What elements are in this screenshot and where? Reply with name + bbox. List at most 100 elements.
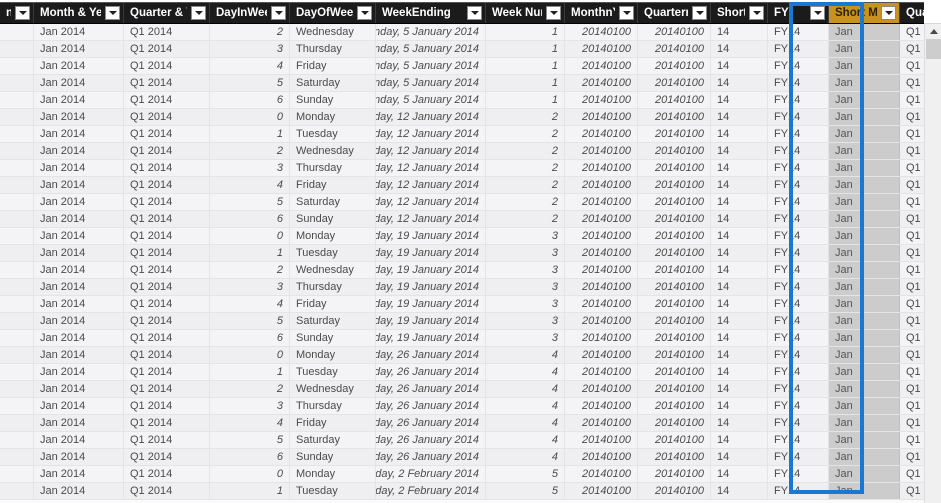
- cell-short_year[interactable]: 14: [711, 313, 768, 329]
- table-row[interactable]: Jan 2014Q1 20143ThursdaySunday, 19 Janua…: [0, 279, 924, 296]
- cell-month_year[interactable]: Jan 2014: [34, 296, 124, 312]
- cell-week_ending[interactable]: Sunday, 12 January 2014: [376, 143, 486, 159]
- cell-day_in_week[interactable]: 6: [210, 449, 290, 465]
- table-row[interactable]: Jan 2014Q1 20146SundaySunday, 26 January…: [0, 449, 924, 466]
- cell-partial[interactable]: [0, 432, 34, 448]
- cell-day_of_week[interactable]: Friday: [290, 415, 376, 431]
- table-row[interactable]: Jan 2014Q1 20144FridaySunday, 26 January…: [0, 415, 924, 432]
- cell-quarter_year[interactable]: Q1 2014: [124, 194, 210, 210]
- cell-partial[interactable]: [0, 24, 34, 40]
- cell-month_year[interactable]: Jan 2014: [34, 432, 124, 448]
- cell-short_year[interactable]: 14: [711, 483, 768, 499]
- cell-month_year[interactable]: Jan 2014: [34, 126, 124, 142]
- cell-quarter[interactable]: Q1: [900, 143, 924, 159]
- cell-day_in_week[interactable]: 2: [210, 24, 290, 40]
- cell-week_ending[interactable]: Sunday, 19 January 2014: [376, 228, 486, 244]
- cell-short_year[interactable]: 14: [711, 279, 768, 295]
- filter-dropdown-button-quartern_year[interactable]: [692, 6, 707, 20]
- cell-short_year[interactable]: 14: [711, 58, 768, 74]
- column-header-partial[interactable]: ne: [0, 3, 34, 23]
- cell-week_ending[interactable]: Sunday, 19 January 2014: [376, 279, 486, 295]
- cell-short_year[interactable]: 14: [711, 415, 768, 431]
- cell-quartern_year[interactable]: 20140100: [638, 330, 711, 346]
- cell-week_number[interactable]: 3: [486, 228, 565, 244]
- cell-day_of_week[interactable]: Sunday: [290, 211, 376, 227]
- cell-day_in_week[interactable]: 0: [210, 466, 290, 482]
- cell-monthn_year[interactable]: 20140100: [565, 483, 638, 499]
- cell-day_of_week[interactable]: Saturday: [290, 313, 376, 329]
- cell-partial[interactable]: [0, 75, 34, 91]
- table-row[interactable]: Jan 2014Q1 20145SaturdaySunday, 19 Janua…: [0, 313, 924, 330]
- cell-fy[interactable]: FY14: [768, 24, 829, 40]
- cell-week_number[interactable]: 4: [486, 364, 565, 380]
- cell-short_month[interactable]: Jan: [829, 296, 900, 312]
- cell-monthn_year[interactable]: 20140100: [565, 313, 638, 329]
- cell-monthn_year[interactable]: 20140100: [565, 449, 638, 465]
- cell-partial[interactable]: [0, 483, 34, 499]
- cell-monthn_year[interactable]: 20140100: [565, 398, 638, 414]
- cell-quarter[interactable]: Q1: [900, 211, 924, 227]
- cell-quartern_year[interactable]: 20140100: [638, 109, 711, 125]
- cell-short_month[interactable]: Jan: [829, 364, 900, 380]
- cell-quarter_year[interactable]: Q1 2014: [124, 126, 210, 142]
- cell-month_year[interactable]: Jan 2014: [34, 415, 124, 431]
- cell-month_year[interactable]: Jan 2014: [34, 194, 124, 210]
- cell-short_year[interactable]: 14: [711, 41, 768, 57]
- cell-monthn_year[interactable]: 20140100: [565, 330, 638, 346]
- cell-fy[interactable]: FY14: [768, 160, 829, 176]
- cell-fy[interactable]: FY14: [768, 330, 829, 346]
- table-row[interactable]: Jan 2014Q1 20144FridaySunday, 19 January…: [0, 296, 924, 313]
- cell-fy[interactable]: FY14: [768, 279, 829, 295]
- table-row[interactable]: Jan 2014Q1 20145SaturdaySunday, 26 Janua…: [0, 432, 924, 449]
- cell-fy[interactable]: FY14: [768, 245, 829, 261]
- cell-month_year[interactable]: Jan 2014: [34, 449, 124, 465]
- cell-monthn_year[interactable]: 20140100: [565, 126, 638, 142]
- cell-short_month[interactable]: Jan: [829, 245, 900, 261]
- cell-monthn_year[interactable]: 20140100: [565, 177, 638, 193]
- cell-short_month[interactable]: Jan: [829, 24, 900, 40]
- cell-quartern_year[interactable]: 20140100: [638, 381, 711, 397]
- cell-week_number[interactable]: 4: [486, 381, 565, 397]
- cell-day_in_week[interactable]: 4: [210, 296, 290, 312]
- cell-short_month[interactable]: Jan: [829, 211, 900, 227]
- cell-quarter_year[interactable]: Q1 2014: [124, 143, 210, 159]
- cell-quarter[interactable]: Q1: [900, 41, 924, 57]
- grid-body[interactable]: Jan 2014Q1 20142WednesdaySunday, 5 Janua…: [0, 24, 924, 503]
- cell-day_in_week[interactable]: 3: [210, 160, 290, 176]
- cell-day_in_week[interactable]: 0: [210, 109, 290, 125]
- cell-quarter[interactable]: Q1: [900, 126, 924, 142]
- cell-week_ending[interactable]: Sunday, 26 January 2014: [376, 449, 486, 465]
- cell-quarter_year[interactable]: Q1 2014: [124, 313, 210, 329]
- cell-partial[interactable]: [0, 245, 34, 261]
- cell-monthn_year[interactable]: 20140100: [565, 296, 638, 312]
- column-header-short_month[interactable]: Short Month: [829, 3, 900, 23]
- cell-short_year[interactable]: 14: [711, 143, 768, 159]
- cell-quarter_year[interactable]: Q1 2014: [124, 160, 210, 176]
- cell-quartern_year[interactable]: 20140100: [638, 160, 711, 176]
- scrollbar-track[interactable]: [925, 60, 941, 503]
- cell-quarter_year[interactable]: Q1 2014: [124, 75, 210, 91]
- cell-day_of_week[interactable]: Wednesday: [290, 24, 376, 40]
- cell-quarter_year[interactable]: Q1 2014: [124, 432, 210, 448]
- cell-week_number[interactable]: 1: [486, 24, 565, 40]
- cell-month_year[interactable]: Jan 2014: [34, 58, 124, 74]
- cell-day_in_week[interactable]: 2: [210, 381, 290, 397]
- cell-day_of_week[interactable]: Friday: [290, 296, 376, 312]
- cell-partial[interactable]: [0, 160, 34, 176]
- column-header-monthn_year[interactable]: MonthnYear: [565, 3, 638, 23]
- cell-short_month[interactable]: Jan: [829, 415, 900, 431]
- cell-short_month[interactable]: Jan: [829, 58, 900, 74]
- cell-partial[interactable]: [0, 143, 34, 159]
- cell-month_year[interactable]: Jan 2014: [34, 466, 124, 482]
- cell-monthn_year[interactable]: 20140100: [565, 160, 638, 176]
- cell-fy[interactable]: FY14: [768, 449, 829, 465]
- cell-quarter_year[interactable]: Q1 2014: [124, 211, 210, 227]
- cell-quarter[interactable]: Q1: [900, 449, 924, 465]
- cell-week_ending[interactable]: Sunday, 12 January 2014: [376, 211, 486, 227]
- cell-week_number[interactable]: 2: [486, 143, 565, 159]
- cell-week_number[interactable]: 2: [486, 126, 565, 142]
- cell-partial[interactable]: [0, 194, 34, 210]
- cell-month_year[interactable]: Jan 2014: [34, 177, 124, 193]
- cell-quarter[interactable]: Q1: [900, 313, 924, 329]
- cell-month_year[interactable]: Jan 2014: [34, 347, 124, 363]
